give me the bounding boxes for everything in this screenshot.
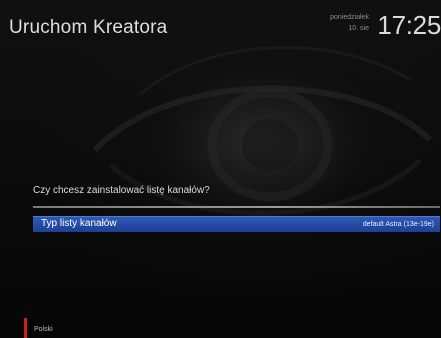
language-label: Polski xyxy=(34,326,53,333)
channel-list-type-selector[interactable]: Typ listy kanałów default Astra (13e-19e… xyxy=(33,216,440,232)
date-weekday: poniedziałek xyxy=(330,14,369,21)
date-day-month: 10. sie xyxy=(348,25,369,32)
clock: 17:25 xyxy=(377,10,441,40)
setting-label: Typ listy kanałów xyxy=(41,218,117,229)
page-title: Uruchom Kreatora xyxy=(9,17,168,38)
background-eye-artwork xyxy=(92,45,433,235)
divider-line xyxy=(33,206,440,208)
header-bar: Uruchom Kreatora poniedziałek 10. sie 17… xyxy=(0,0,441,42)
setting-value: default Astra (13e-19e) xyxy=(362,221,434,228)
wizard-question: Czy chcesz zainstalować listę kanałów? xyxy=(33,185,210,196)
red-key-icon xyxy=(24,318,27,338)
wizard-screen: Uruchom Kreatora poniedziałek 10. sie 17… xyxy=(0,0,441,338)
